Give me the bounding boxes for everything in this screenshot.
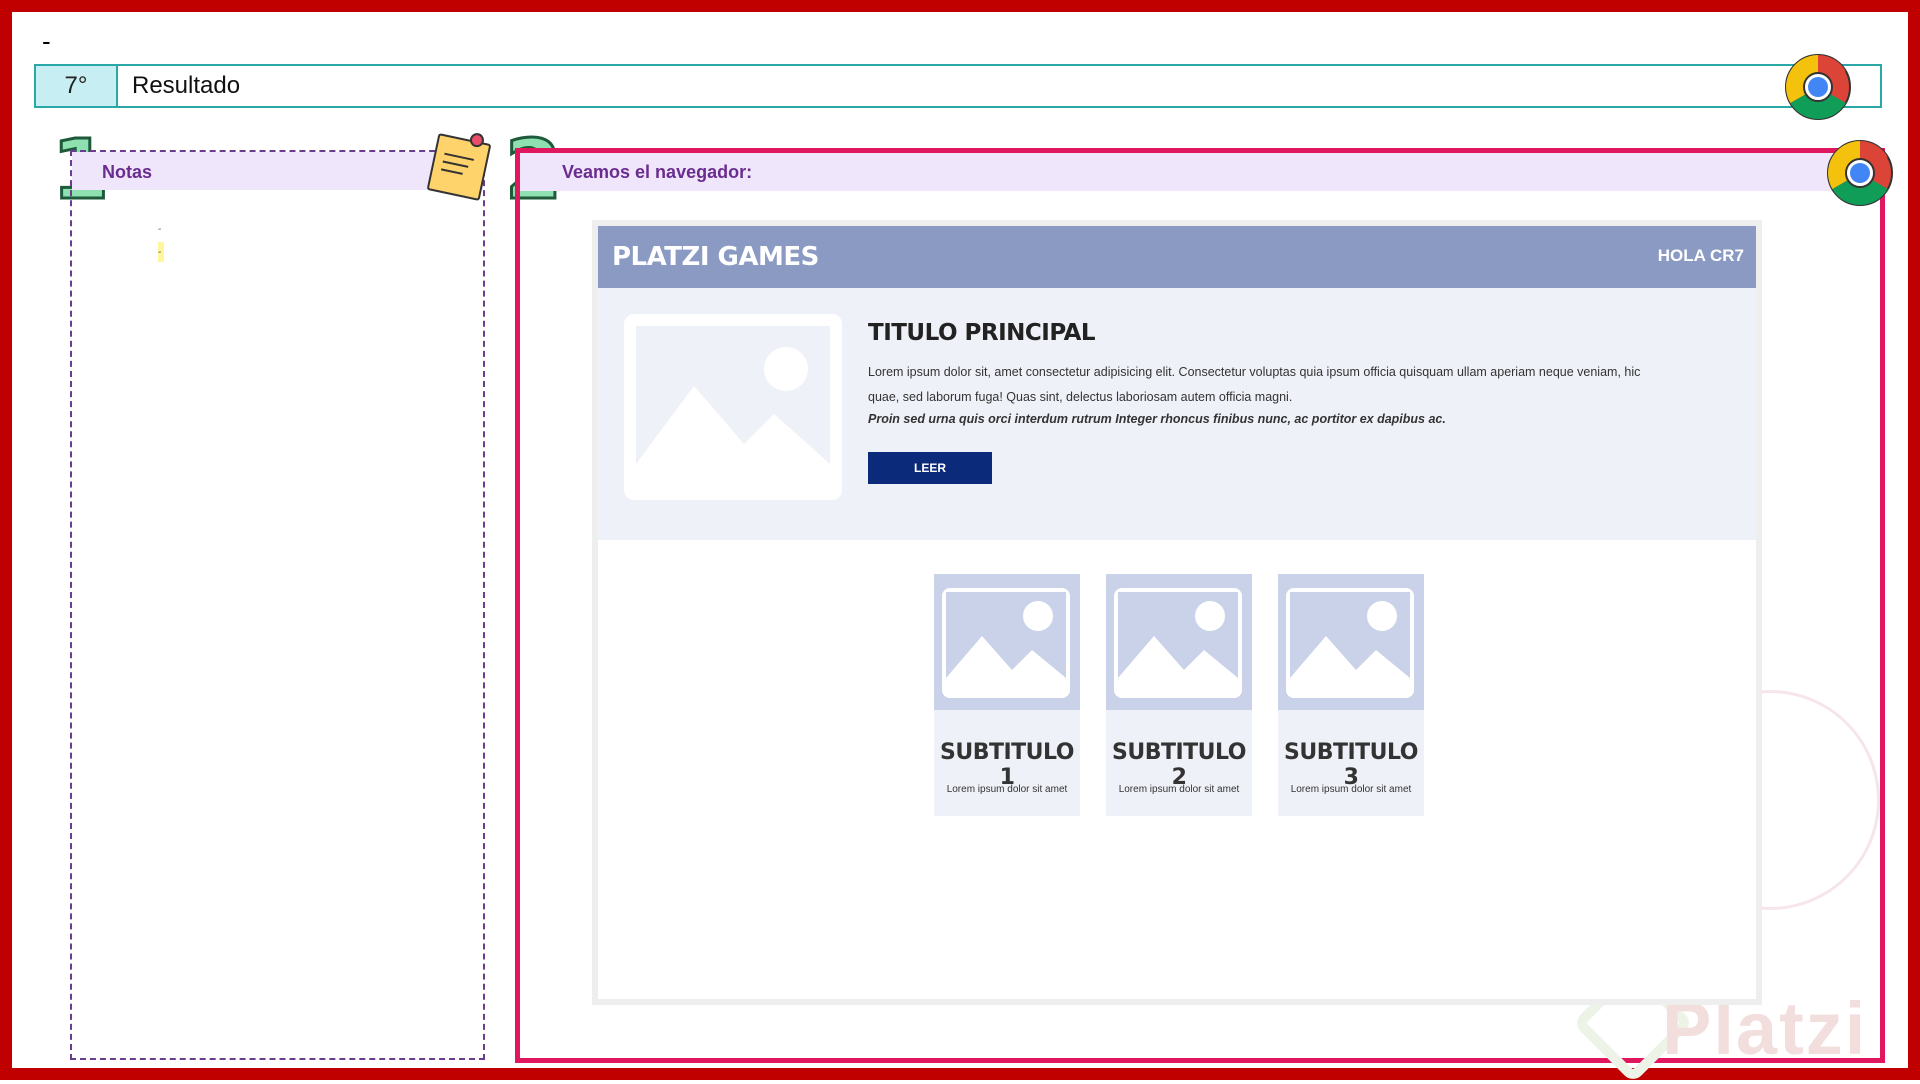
card[interactable]: SUBTITULO 1 Lorem ipsum dolor sit amet xyxy=(934,574,1080,816)
read-button[interactable]: LEER xyxy=(868,452,992,484)
card-title: SUBTITULO 2 xyxy=(1112,740,1246,790)
note-highlight-text: - xyxy=(158,247,162,258)
site-header: PLATZI GAMES HOLA CR7 xyxy=(598,226,1756,288)
website-preview: PLATZI GAMES HOLA CR7 TITULO PRINCIPAL L… xyxy=(592,220,1762,1005)
step-title: Resultado xyxy=(132,72,241,99)
top-marker: - xyxy=(42,26,51,56)
note-highlight: - xyxy=(158,242,164,262)
image-placeholder-icon xyxy=(942,588,1070,698)
card[interactable]: SUBTITULO 3 Lorem ipsum dolor sit amet xyxy=(1278,574,1424,816)
note-line: - xyxy=(158,224,162,235)
card-title: SUBTITULO 3 xyxy=(1284,740,1418,790)
site-brand[interactable]: PLATZI GAMES xyxy=(612,242,819,272)
step-bar: 7° Resultado xyxy=(34,64,1882,108)
hero-section: TITULO PRINCIPAL Lorem ipsum dolor sit, … xyxy=(598,288,1756,540)
site-greeting: HOLA CR7 xyxy=(1657,246,1744,265)
card-image xyxy=(1106,574,1252,710)
image-placeholder-icon xyxy=(1114,588,1242,698)
card[interactable]: SUBTITULO 2 Lorem ipsum dolor sit amet xyxy=(1106,574,1252,816)
card-text: Lorem ipsum dolor sit amet xyxy=(1118,784,1240,795)
image-placeholder-icon xyxy=(1286,588,1414,698)
hero-emphasis: Proin sed urna quis orci interdum rutrum… xyxy=(868,412,1446,426)
card-title: SUBTITULO 1 xyxy=(940,740,1074,790)
card-text: Lorem ipsum dolor sit amet xyxy=(1290,784,1412,795)
browser-header: Veamos el navegador: xyxy=(520,153,1880,191)
browser-label: Veamos el navegador: xyxy=(562,162,753,182)
notes-label: Notas xyxy=(102,162,153,182)
chrome-icon xyxy=(1783,52,1853,122)
notes-panel: Notas - - xyxy=(70,150,485,1060)
hero-text: Lorem ipsum dolor sit, amet consectetur … xyxy=(868,365,1641,404)
chrome-icon xyxy=(1825,138,1895,208)
hero-title: TITULO PRINCIPAL xyxy=(868,320,1096,346)
step-number: 7° xyxy=(36,66,118,106)
image-placeholder-icon xyxy=(624,314,842,500)
card-text: Lorem ipsum dolor sit amet xyxy=(946,784,1068,795)
card-image xyxy=(934,574,1080,710)
card-image xyxy=(1278,574,1424,710)
notes-header: Notas xyxy=(72,152,483,190)
